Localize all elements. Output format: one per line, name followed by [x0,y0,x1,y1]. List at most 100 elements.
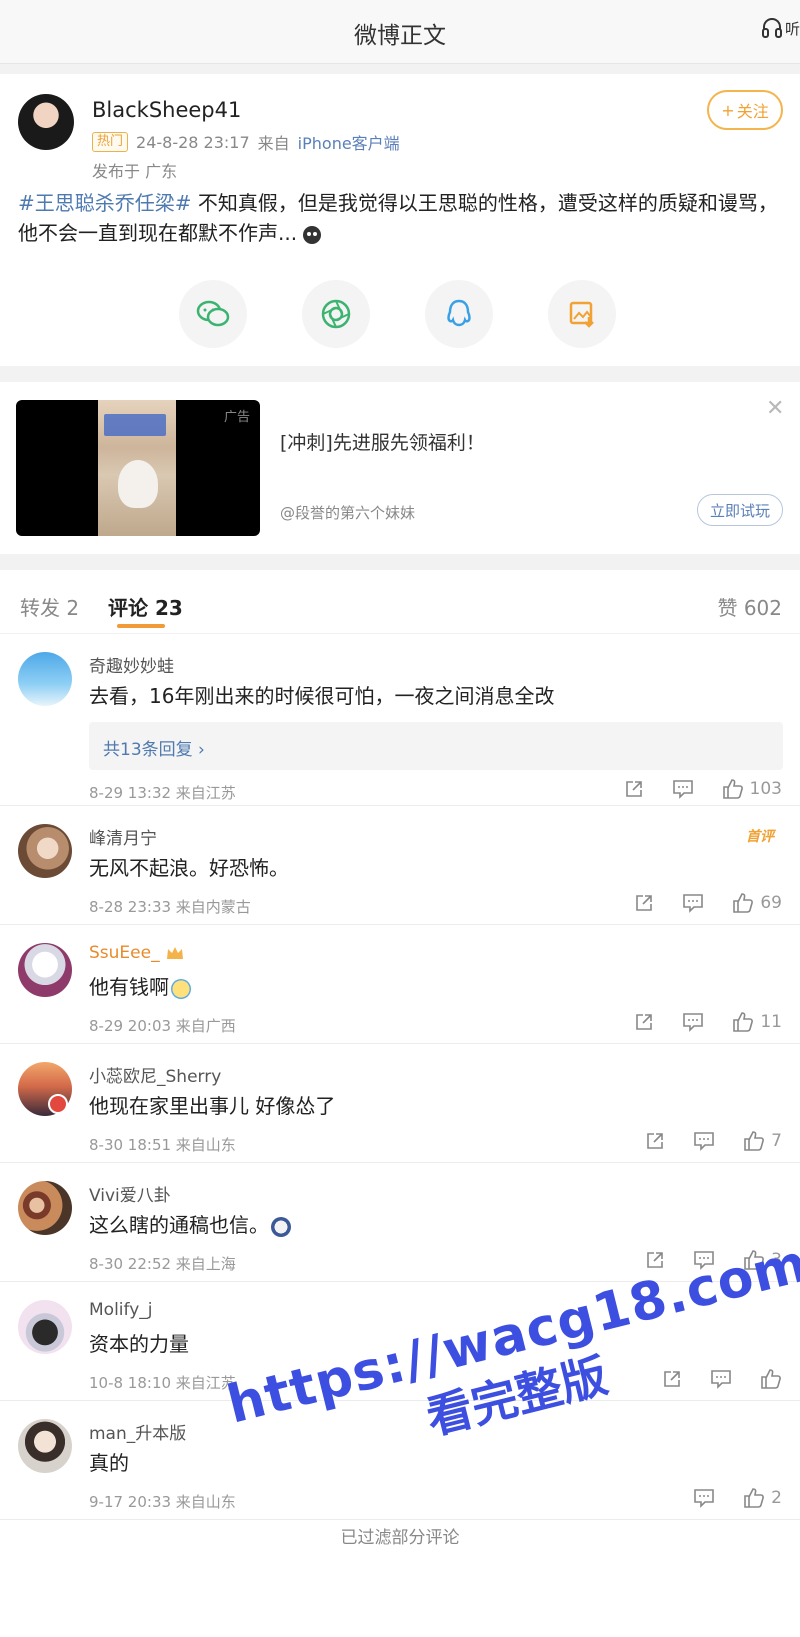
share-row [0,280,800,350]
reply-comment-button[interactable] [682,1012,704,1032]
comment-meta: 8-29 13:32 来自江苏 [89,784,236,802]
follow-button[interactable]: + 关注 [707,90,783,130]
thumbs-up-icon [744,1131,765,1151]
thumbs-up-icon [722,779,743,799]
comment-item: Vivi爱八卦 这么瞎的通稿也信。 8-30 22:52 来自上海 3 [0,1163,800,1282]
reply-comment-button[interactable] [682,893,704,913]
share-comment-button[interactable] [624,779,644,799]
like-count: 11 [760,1012,782,1032]
ad-title[interactable]: [冲刺]先进服先领福利！ [280,428,485,455]
share-icon [664,1371,680,1387]
share-comment-button[interactable] [634,1012,654,1032]
comment-actions: 3 [617,1249,782,1271]
commenter-name[interactable]: SsuEee_ [89,943,184,963]
thumbs-up-icon [761,1369,781,1389]
commenter-name[interactable]: 奇趣妙妙蛙 [89,652,174,677]
hot-badge: 热门 [92,132,129,152]
listen-button[interactable]: 听 [761,16,800,40]
post-author-name[interactable]: BlackSheep41 [92,98,241,122]
post-timestamp: 24-8-28 23:17 [136,132,250,152]
like-comment-button[interactable]: 69 [732,892,782,914]
comment-meta: 8-29 20:03 来自广西 [89,1017,236,1035]
comment-text: 这么瞎的通稿也信。 [89,1209,291,1238]
moments-icon [321,299,351,329]
reply-comment-button[interactable] [672,779,694,799]
commenter-avatar[interactable] [18,1300,72,1354]
like-count: 69 [760,893,782,913]
commenter-avatar[interactable] [18,824,72,878]
post-card: BlackSheep41 热门 24-8-28 23:17 来自 iPhone客… [0,74,800,366]
comment-icon [711,1370,731,1389]
commenter-avatar[interactable] [18,1419,72,1473]
comment-text: 他有钱啊 [89,971,191,1000]
like-comment-button[interactable] [760,1368,782,1390]
thumbs-up-icon [744,1250,765,1270]
view-replies-link[interactable]: 共13条回复 › [103,735,205,760]
commenter-avatar[interactable] [18,652,72,706]
like-comment-button[interactable]: 7 [743,1130,782,1152]
comment-text: 他现在家里出事儿 好像怂了 [89,1094,336,1118]
author-avatar[interactable] [18,94,74,150]
commenter-name[interactable]: Vivi爱八卦 [89,1181,171,1206]
reply-comment-button[interactable] [693,1131,715,1151]
comment-text: 无风不起浪。好恐怖。 [89,856,289,880]
topic-hashtag[interactable]: #王思聪杀乔任梁# [18,191,192,215]
commenter-name[interactable]: 峰清月宁 [89,824,157,849]
comment-item: 小蕊欧尼_Sherry 他现在家里出事儿 好像怂了 8-30 18:51 来自山… [0,1044,800,1163]
share-moments-button[interactable] [302,280,370,348]
like-comment-button[interactable]: 11 [732,1011,782,1033]
reply-comment-button[interactable] [693,1250,715,1270]
share-comment-button[interactable] [645,1250,665,1270]
comment-icon [683,894,704,913]
save-image-icon [569,301,594,328]
share-save-image-button[interactable] [548,280,616,348]
tab-likes[interactable]: 赞 602 [717,592,782,621]
reply-comment-button[interactable] [710,1369,732,1389]
thumbs-up-icon [733,1012,754,1032]
replies-box[interactable]: 共13条回复 › [89,722,783,770]
comment-meta: 8-28 23:33 来自内蒙古 [89,898,251,916]
ad-cta-button[interactable]: 立即试玩 [697,494,783,526]
comment-icon [683,1013,704,1032]
comment-actions: 69 [606,892,782,914]
comment-item: 峰清月宁 首评 无风不起浪。好恐怖。 8-28 23:33 来自内蒙古 69 [0,806,800,925]
commenter-name[interactable]: 小蕊欧尼_Sherry [89,1062,221,1087]
ad-card[interactable]: 广告 [冲刺]先进服先领福利！ @段誉的第六个妹妹 ✕ 立即试玩 [0,382,800,554]
share-icon [647,1133,663,1149]
ad-tag: 广告 [223,410,250,425]
post-source-app[interactable]: iPhone客户端 [298,130,400,154]
comment-text: 资本的力量 [89,1332,189,1356]
emoji-icon [271,1216,291,1237]
qq-icon [447,299,471,327]
commenter-name[interactable]: Molify_j [89,1300,152,1320]
comments-section: 转发 2 评论 23 赞 602 奇趣妙妙蛙 去看，16年刚出来的时候很可怕，一… [0,570,800,1637]
ad-thumbnail[interactable]: 广告 [16,400,260,536]
like-comment-button[interactable]: 3 [743,1249,782,1271]
thumbs-up-icon [733,893,754,913]
like-comment-button[interactable]: 103 [722,778,782,800]
share-comment-button[interactable] [645,1131,665,1151]
comment-meta: 10-8 18:10 来自江苏 [89,1374,236,1392]
share-wechat-button[interactable] [179,280,247,348]
post-location: 发布于 广东 [92,162,178,181]
share-qq-button[interactable] [425,280,493,348]
commenter-name[interactable]: man_升本版 [89,1419,186,1444]
commenter-avatar[interactable] [18,1181,72,1235]
comment-icon [694,1132,714,1151]
share-icon [647,1252,663,1268]
post-body: #王思聪杀乔任梁# 不知真假，但是我觉得以王思聪的性格，遭受这样的质疑和谩骂，他… [18,188,778,248]
plus-icon: + [721,100,735,120]
page-title: 微博正文 [354,23,446,49]
tab-reposts[interactable]: 转发 2 [20,592,79,621]
first-comment-badge: 首评 [746,829,774,845]
close-icon[interactable]: ✕ [766,396,784,421]
follow-label: 关注 [736,102,769,121]
share-comment-button[interactable] [662,1369,682,1389]
headphones-icon [761,18,782,38]
tab-active-indicator [117,624,165,628]
commenter-avatar[interactable] [18,943,72,997]
share-comment-button[interactable] [634,893,654,913]
tab-comments[interactable]: 评论 23 [108,592,183,621]
ad-author: @段誉的第六个妹妹 [280,504,416,522]
wechat-icon [196,300,230,327]
